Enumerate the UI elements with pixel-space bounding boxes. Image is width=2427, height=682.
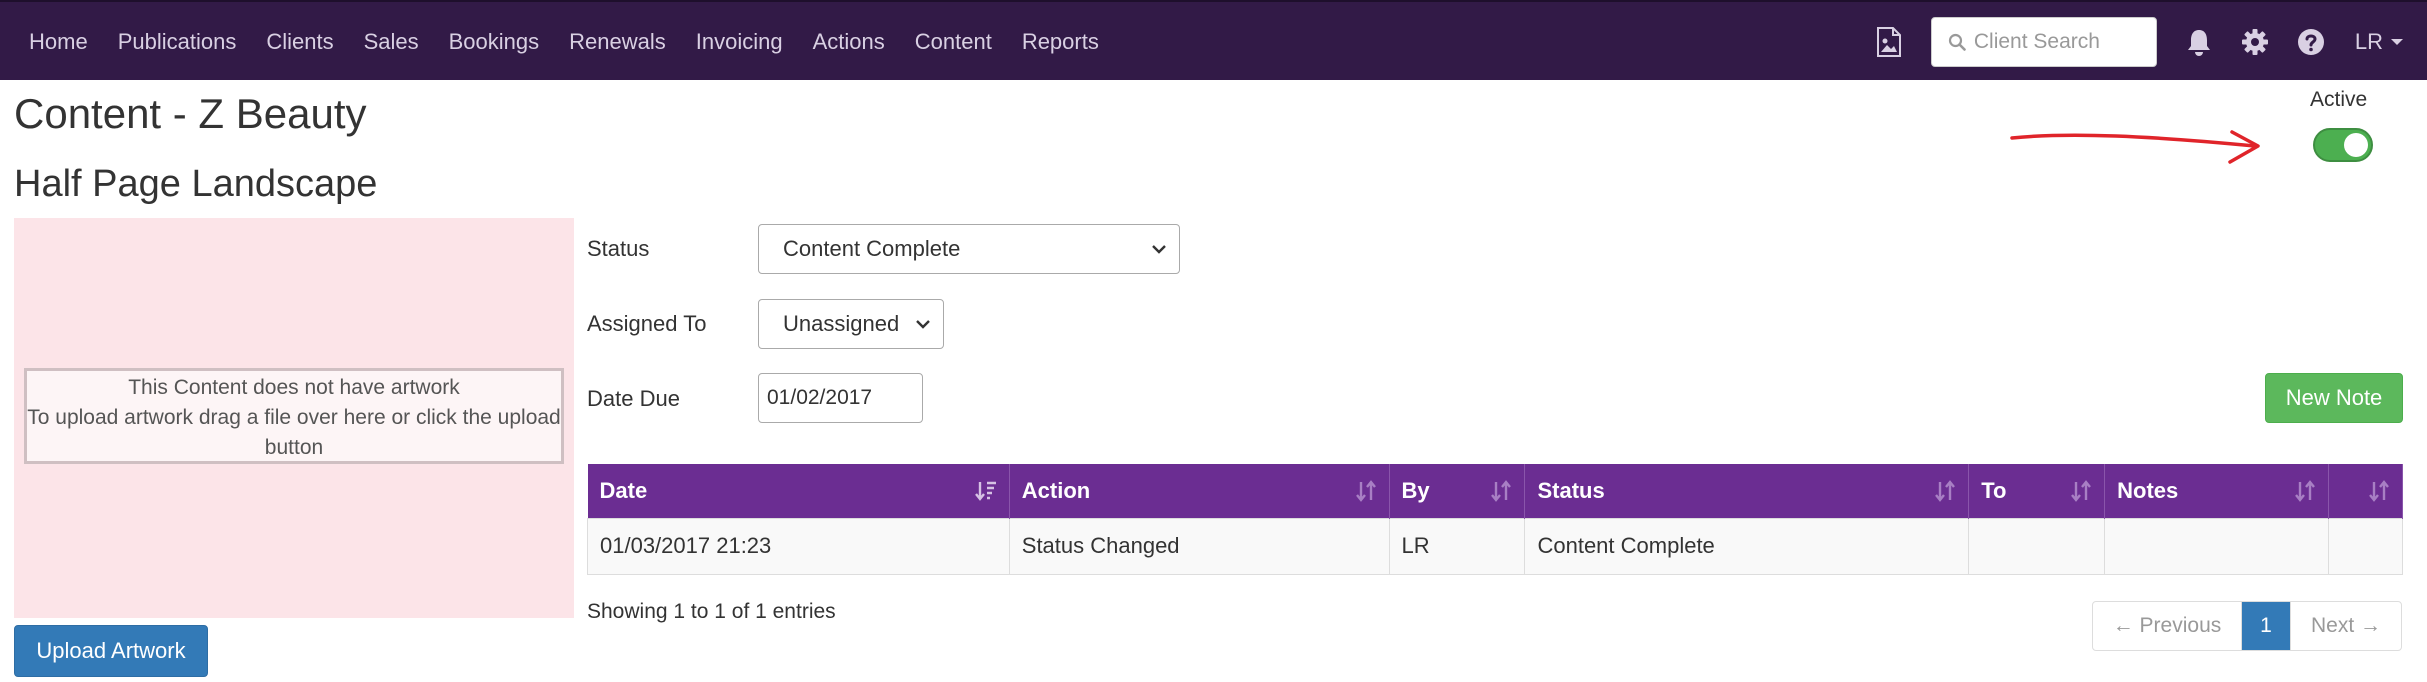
main-nav: Home Publications Clients Sales Bookings… [14,2,1114,82]
new-note-button[interactable]: New Note [2265,373,2403,423]
caret-down-icon [2391,39,2403,45]
client-search[interactable] [1930,17,2157,67]
column-header-label: Notes [2117,477,2179,503]
status-label: Status [587,236,650,261]
next-page-button[interactable]: Next → [2290,602,2401,650]
previous-page-button[interactable]: ← Previous [2093,602,2242,650]
date-due-label: Date Due [587,386,680,411]
column-header-extra[interactable] [2328,464,2403,518]
status-select[interactable]: Content Complete [758,224,1180,274]
cell-notes [2104,517,2329,575]
status-select-value: Content Complete [783,236,961,261]
client-search-input[interactable] [1973,30,2154,54]
bell-icon[interactable] [2171,2,2227,82]
active-toggle[interactable] [2313,128,2373,162]
column-header-action[interactable]: Action [1009,464,1390,518]
nav-bookings[interactable]: Bookings [434,29,555,55]
nav-invoicing[interactable]: Invoicing [681,29,798,55]
sort-icon [2369,480,2389,502]
assigned-to-select[interactable]: Unassigned [758,299,944,349]
cell-status: Content Complete [1524,517,1970,575]
active-label: Active [2310,88,2368,111]
gear-icon[interactable] [2227,2,2283,82]
red-arrow-annotation [2010,130,2260,164]
history-table: Date Action By Status To Notes 01/03/201… [587,464,2403,575]
top-navbar: Home Publications Clients Sales Bookings… [0,0,2427,80]
image-file-icon[interactable] [1861,2,1917,82]
table-row: 01/03/2017 21:23 Status Changed LR Conte… [587,517,2403,575]
nav-actions[interactable]: Actions [798,29,900,55]
user-initials: LR [2354,29,2383,54]
sort-icon [2071,480,2092,502]
sort-icon [1491,480,1512,502]
cell-extra [2328,517,2403,575]
assigned-to-label: Assigned To [587,311,707,336]
column-header-label: Action [1021,477,1091,503]
entries-info: Showing 1 to 1 of 1 entries [587,600,836,623]
column-header-notes[interactable]: Notes [2104,464,2329,518]
nav-sales[interactable]: Sales [349,29,434,55]
artwork-notice-line2: To upload artwork drag a file over here … [27,406,561,459]
cell-by: LR [1388,517,1526,575]
column-header-label: Status [1537,477,1605,503]
sort-icon [2295,480,2315,502]
column-header-by[interactable]: By [1389,464,1526,518]
nav-content[interactable]: Content [900,29,1007,55]
column-header-to[interactable]: To [1968,464,2106,518]
chevron-down-icon [1152,245,1166,254]
table-header-row: Date Action By Status To Notes [587,464,2403,518]
cell-to [1968,517,2106,575]
cell-action: Status Changed [1008,517,1390,575]
section-title: Half Page Landscape [14,163,378,205]
help-icon[interactable] [2283,2,2339,82]
column-header-label: Date [599,477,648,503]
sort-icon [1935,480,1956,502]
user-menu[interactable]: LR [2339,29,2413,55]
assigned-to-select-value: Unassigned [783,311,900,336]
artwork-dropzone[interactable]: This Content does not have artwork To up… [14,218,574,618]
cell-date: 01/03/2017 21:23 [587,517,1010,575]
artwork-notice: This Content does not have artwork To up… [24,368,564,464]
chevron-down-icon [916,320,930,329]
upload-artwork-button[interactable]: Upload Artwork [14,625,208,677]
artwork-notice-line1: This Content does not have artwork [128,376,460,399]
search-icon [1948,33,1966,51]
pagination: ← Previous 1 Next → [2092,601,2402,651]
nav-reports[interactable]: Reports [1007,29,1114,55]
nav-renewals[interactable]: Renewals [554,29,681,55]
nav-publications[interactable]: Publications [103,29,252,55]
column-header-label: By [1401,477,1430,503]
nav-clients[interactable]: Clients [251,29,348,55]
column-header-label: To [1981,477,2007,503]
sort-desc-icon [974,481,996,501]
nav-right: LR [1861,2,2413,82]
nav-home[interactable]: Home [14,29,103,55]
date-due-input[interactable] [758,373,923,423]
column-header-status[interactable]: Status [1524,464,1970,518]
page-title: Content - Z Beauty [14,90,367,137]
sort-icon [1355,480,1376,502]
column-header-date[interactable]: Date [587,464,1010,518]
page-1-button[interactable]: 1 [2242,602,2290,650]
toggle-knob [2344,133,2368,157]
